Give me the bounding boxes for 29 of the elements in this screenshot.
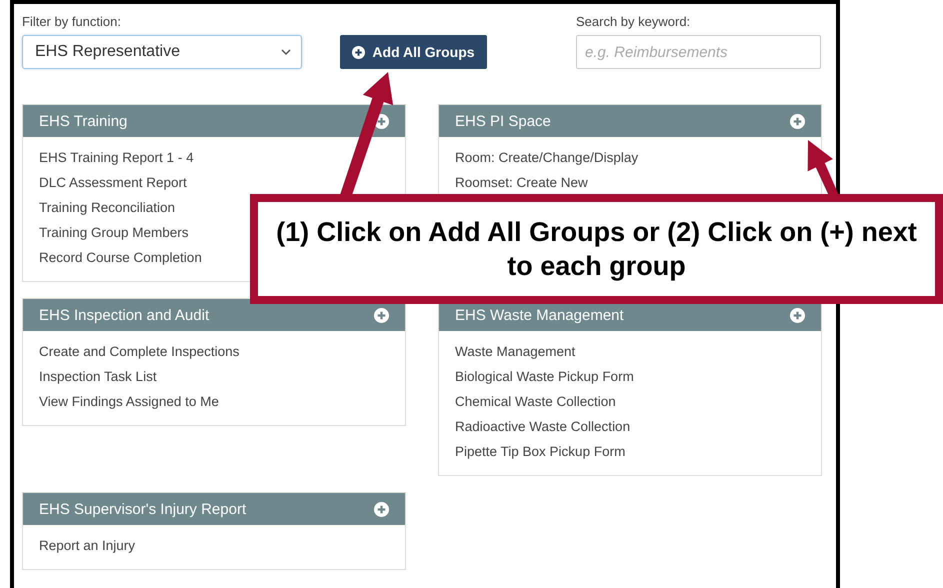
group-link[interactable]: Training Reconciliation (39, 198, 176, 217)
group-title: EHS Supervisor's Injury Report (39, 500, 246, 518)
function-dropdown[interactable]: EHS Representative (22, 35, 302, 69)
group-link[interactable]: Waste Management (455, 342, 576, 361)
group-link[interactable]: DLC Assessment Report (39, 173, 187, 192)
group-link[interactable]: Inspection Task List (39, 367, 157, 386)
group-link[interactable]: Biological Waste Pickup Form (455, 367, 634, 386)
group-link[interactable]: View Findings Assigned to Me (39, 392, 219, 411)
group-link[interactable]: Chemical Waste Collection (455, 392, 616, 411)
add-all-groups-button[interactable]: Add All Groups (340, 35, 487, 69)
search-label: Search by keyword: (576, 14, 690, 29)
group-title: EHS Training (39, 112, 128, 130)
group-link[interactable]: Record Course Completion (39, 248, 202, 267)
instruction-callout: (1) Click on Add All Groups or (2) Click on (+) next to each group (250, 194, 943, 304)
chevron-down-icon (281, 49, 291, 55)
group-link[interactable]: Report an Injury (39, 536, 136, 555)
group-title: EHS Inspection and Audit (39, 306, 210, 324)
group-link[interactable]: Roomset: Create New (455, 173, 588, 192)
group-link[interactable]: Radioactive Waste Collection (455, 417, 630, 436)
group-link[interactable]: Room: Create/Change/Display (455, 148, 638, 167)
search-field[interactable]: e.g. Reimbursements (576, 35, 821, 69)
group-title: EHS PI Space (455, 112, 551, 130)
filter-label: Filter by function: (22, 14, 121, 29)
group-link[interactable]: Create and Complete Inspections (39, 342, 240, 361)
plus-circle-icon[interactable] (352, 46, 366, 58)
group-link[interactable]: EHS Training Report 1 - 4 (39, 148, 194, 167)
group-link[interactable]: Training Group Members (39, 223, 189, 242)
group-title: EHS Waste Management (455, 306, 624, 324)
group-link[interactable]: Pipette Tip Box Pickup Form (455, 442, 626, 461)
